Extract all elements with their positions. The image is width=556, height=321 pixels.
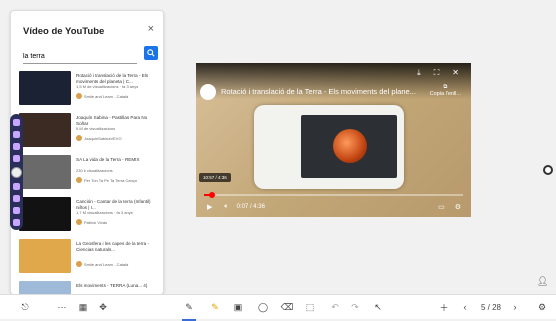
floating-toolbar xyxy=(10,114,23,230)
undo-icon[interactable]: ↶ xyxy=(328,295,342,319)
add-page-icon[interactable]: ＋ xyxy=(437,295,451,319)
result-title: Canción - Cantar de la terra (Infantil) … xyxy=(76,199,151,210)
result-item[interactable]: Rotació i translació de la Terra - Els m… xyxy=(11,71,163,109)
phone-illustration xyxy=(254,105,404,189)
result-thumbnail[interactable] xyxy=(19,71,71,105)
youtube-panel: Vídeo de YouTube × Rotació i translació … xyxy=(10,10,164,295)
result-item[interactable]: Canción - Cantar de la terra (Infantil) … xyxy=(11,197,163,235)
time-display: 0:07 / 4:36 xyxy=(236,204,265,210)
result-channel: Per Ton Ta Pe Ta Terra Canço xyxy=(76,177,137,183)
results-list: Rotació i translació de la Terra - Els m… xyxy=(11,71,163,294)
close-button[interactable]: × xyxy=(148,23,154,35)
panel-title: Vídeo de YouTube xyxy=(23,26,105,37)
text-icon[interactable] xyxy=(13,142,20,150)
play-icon[interactable]: ▶ xyxy=(207,203,212,211)
planet-illustration xyxy=(333,129,367,163)
avatar xyxy=(76,177,82,183)
fullscreen-icon[interactable]: ⛶ xyxy=(434,68,440,78)
shapes-icon[interactable] xyxy=(13,182,20,190)
search-icon xyxy=(147,49,155,57)
result-meta: 230 k visualitzacions xyxy=(76,168,113,173)
settings-gear-icon[interactable]: ⚙ xyxy=(535,295,549,319)
volume-icon[interactable]: 🔈︎ xyxy=(224,203,228,211)
settings-icon[interactable]: ⚙ xyxy=(455,203,461,211)
avatar xyxy=(76,135,82,141)
progress-bar[interactable] xyxy=(204,192,463,198)
bottom-toolbar: ⎋ ⋯ ▦ ✥ ✎ ✎ ▣ ◯ ⌫ ⬚ ↶ ↷ ↖ ＋ ‹ 5 / 28 › ⚙ xyxy=(0,294,556,321)
page-indicator: 5 / 28 xyxy=(480,302,501,312)
home-icon[interactable] xyxy=(13,118,20,126)
star-icon[interactable] xyxy=(13,130,20,138)
user-icon[interactable]: 👤︎ xyxy=(537,276,549,288)
more-icon[interactable] xyxy=(13,218,20,226)
result-channel: Patrick Vivás xyxy=(76,219,107,225)
timestamp-badge: 10:57 / 4:36 xyxy=(199,173,231,182)
video-title: Rotació i translació de la Terra - Els m… xyxy=(221,87,416,96)
result-thumbnail[interactable] xyxy=(19,155,71,189)
result-channel: Smile and Learn - Català xyxy=(76,261,128,267)
avatar xyxy=(76,219,82,225)
result-thumbnail[interactable] xyxy=(19,197,71,231)
result-item[interactable]: La Geosfera i les capes de la terra - Ci… xyxy=(11,239,163,277)
result-thumbnail[interactable] xyxy=(19,113,71,147)
result-meta: 5 M de visualitzacions xyxy=(76,126,116,131)
comment-icon[interactable]: ◯ xyxy=(256,295,270,319)
circle-handle[interactable] xyxy=(543,165,553,175)
highlighter-icon[interactable]: ✎ xyxy=(208,295,222,319)
qr-icon[interactable]: ▦ xyxy=(76,295,90,319)
result-title: La Geosfera i les capes de la terra - Ci… xyxy=(76,241,150,252)
insert-icon[interactable]: ▣ xyxy=(231,295,245,319)
result-item[interactable]: Joaquín Sabina - Pastillas Para No Soñar… xyxy=(11,113,163,151)
result-title: SA La vida de la Terra - REMIX xyxy=(76,157,140,162)
minimize-icon[interactable]: ⤓ xyxy=(417,68,421,78)
avatar xyxy=(76,93,82,99)
select-icon[interactable]: ⬚ xyxy=(303,295,317,319)
result-thumbnail[interactable] xyxy=(19,281,71,294)
more-options-icon[interactable]: ⋯ xyxy=(55,295,69,319)
result-channel: JoaquinSabinaVEVO xyxy=(76,135,122,141)
capture-icon[interactable] xyxy=(13,206,20,214)
search-input[interactable] xyxy=(23,49,137,64)
grid-icon[interactable] xyxy=(13,194,20,202)
copy-icon: ⧉ xyxy=(443,84,448,90)
copy-link-button[interactable]: ⧉ Copia l'enll... xyxy=(430,84,461,97)
subtitles-icon[interactable]: ▭ xyxy=(438,203,445,211)
result-title: Els moviments - TERRA (Luna... 4) xyxy=(76,283,148,288)
channel-logo xyxy=(200,84,216,100)
pointer-icon[interactable]: ↖ xyxy=(371,295,385,319)
result-title: Joaquín Sabina - Pastillas Para No Soñar xyxy=(76,115,148,126)
video-player[interactable]: Rotació i translació de la Terra - Els m… xyxy=(196,63,471,217)
result-item[interactable]: SA La vida de la Terra - REMIX 230 k visu… xyxy=(11,155,163,193)
redo-icon[interactable]: ↷ xyxy=(348,295,362,319)
search-button[interactable] xyxy=(144,46,158,60)
pen-icon[interactable]: ✎ xyxy=(182,295,196,321)
close-icon[interactable]: ✕ xyxy=(452,68,459,78)
avatar xyxy=(76,261,82,267)
move-icon[interactable]: ✥ xyxy=(96,295,110,319)
result-title: Rotació i translació de la Terra - Els m… xyxy=(76,73,149,84)
exit-icon[interactable]: ⎋ xyxy=(18,295,32,319)
result-channel: Smile and Learn - Català xyxy=(76,93,128,99)
calendar-icon[interactable] xyxy=(13,154,20,162)
color-picker-icon[interactable] xyxy=(11,166,22,178)
result-thumbnail[interactable] xyxy=(19,239,71,273)
next-page-icon[interactable]: › xyxy=(508,295,522,319)
result-meta: 1,5 M de visualitzacions · fa 3 anys xyxy=(76,84,139,89)
eraser-icon[interactable]: ⌫ xyxy=(280,295,294,319)
result-item[interactable]: Els moviments - TERRA (Luna... 4) xyxy=(11,281,163,294)
prev-page-icon[interactable]: ‹ xyxy=(458,295,472,319)
result-meta: 1,7 M visualitzacions · fa 3 anys xyxy=(76,210,133,215)
